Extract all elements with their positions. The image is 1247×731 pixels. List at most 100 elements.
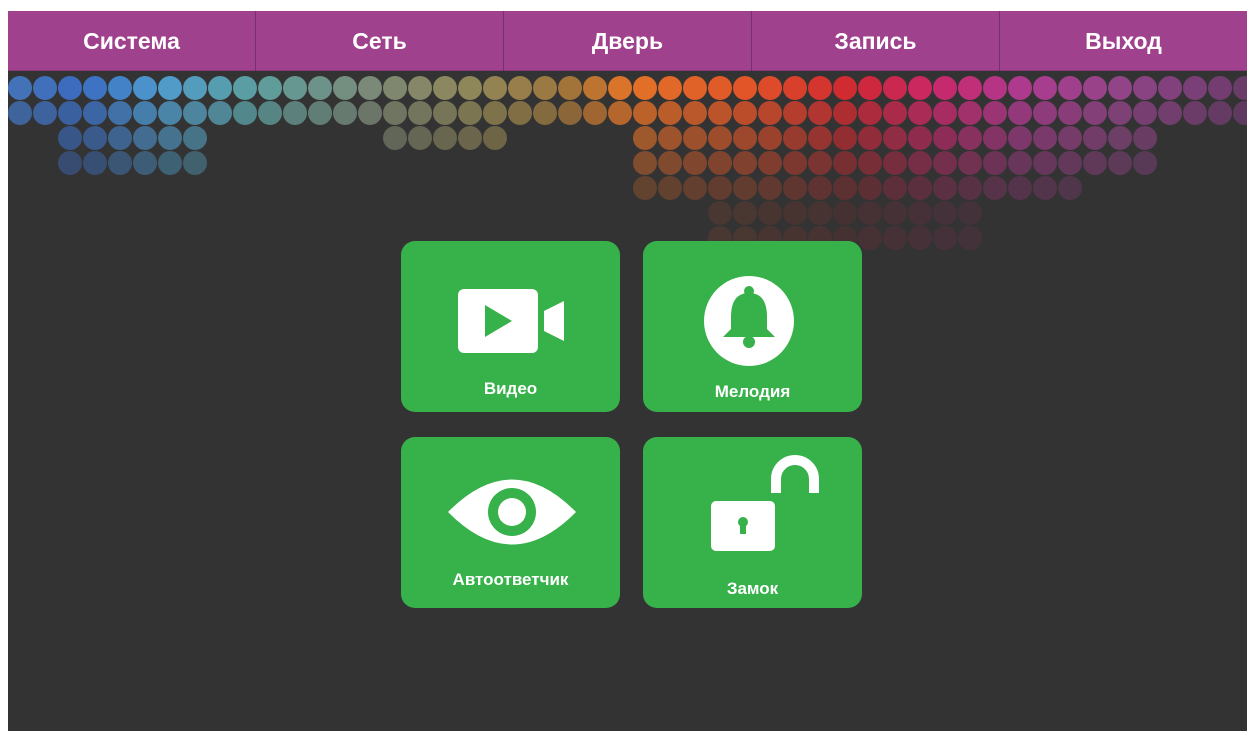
decorative-dot: [658, 151, 682, 175]
decorative-dot: [1233, 101, 1247, 125]
decorative-dot: [958, 101, 982, 125]
decorative-dot: [758, 201, 782, 225]
decorative-dot: [358, 76, 382, 100]
decorative-dot: [583, 76, 607, 100]
decorative-dot: [108, 151, 132, 175]
decorative-dot: [908, 226, 932, 250]
melody-tile-label: Мелодия: [714, 382, 791, 401]
decorative-dot: [733, 176, 757, 200]
decorative-dot: [1008, 151, 1032, 175]
decorative-dot: [1083, 101, 1107, 125]
melody-tile[interactable]: Мелодия: [643, 241, 862, 412]
eye-icon: [448, 479, 576, 545]
decorative-dot: [783, 101, 807, 125]
decorative-dot: [1233, 76, 1247, 100]
tab-system[interactable]: Система: [8, 11, 256, 71]
decorative-dot: [883, 126, 907, 150]
decorative-dot: [258, 76, 282, 100]
decorative-dot: [383, 126, 407, 150]
decorative-dot: [233, 101, 257, 125]
decorative-dot: [1108, 76, 1132, 100]
decorative-dot: [533, 76, 557, 100]
video-camera-icon: [458, 289, 564, 353]
decorative-dot: [483, 76, 507, 100]
tab-network[interactable]: Сеть: [256, 11, 504, 71]
decorative-dot: [833, 176, 857, 200]
decorative-dot: [858, 126, 882, 150]
decorative-dot: [808, 151, 832, 175]
decorative-dot: [658, 76, 682, 100]
decorative-dot: [733, 201, 757, 225]
decorative-dot: [83, 101, 107, 125]
decorative-dot: [8, 76, 32, 100]
decorative-dot: [133, 126, 157, 150]
decorative-dot: [108, 101, 132, 125]
decorative-dot: [258, 101, 282, 125]
lock-tile-label: Замок: [726, 579, 779, 598]
decorative-dot: [783, 151, 807, 175]
decorative-dot: [633, 151, 657, 175]
decorative-dot: [983, 151, 1007, 175]
decorative-dot: [883, 176, 907, 200]
decorative-dot: [408, 101, 432, 125]
decorative-dot: [1033, 151, 1057, 175]
decorative-dot: [8, 101, 32, 125]
decorative-dot: [883, 151, 907, 175]
decorative-dot: [933, 151, 957, 175]
tab-door[interactable]: Дверь: [504, 11, 752, 71]
decorative-dot: [633, 101, 657, 125]
decorative-dot: [183, 76, 207, 100]
decorative-dot: [133, 151, 157, 175]
decorative-dot: [408, 76, 432, 100]
decorative-dot: [783, 201, 807, 225]
decorative-dot: [683, 101, 707, 125]
decorative-dot: [633, 176, 657, 200]
decorative-dot: [283, 76, 307, 100]
decorative-dot: [358, 101, 382, 125]
decorative-dot: [658, 101, 682, 125]
decorative-dot: [833, 151, 857, 175]
tab-exit-label: Выход: [1085, 27, 1162, 54]
decorative-dot: [308, 76, 332, 100]
decorative-dot: [158, 76, 182, 100]
decorative-dot: [708, 126, 732, 150]
decorative-dot: [808, 76, 832, 100]
decorative-dot: [883, 226, 907, 250]
decorative-dot: [1083, 151, 1107, 175]
tab-exit[interactable]: Выход: [1000, 11, 1247, 71]
decorative-dot: [758, 101, 782, 125]
decorative-dot: [158, 151, 182, 175]
decorative-dot: [958, 201, 982, 225]
decorative-dot: [1133, 101, 1157, 125]
decorative-dot: [1208, 76, 1232, 100]
decorative-dot: [708, 151, 732, 175]
decorative-dot: [908, 176, 932, 200]
decorative-dot: [608, 101, 632, 125]
top-menu-bar: Система Сеть Дверь Запись Выход: [8, 11, 1247, 71]
lock-tile[interactable]: Замок: [643, 437, 862, 608]
decorative-dot: [883, 201, 907, 225]
tab-record[interactable]: Запись: [752, 11, 1000, 71]
decorative-dot: [233, 76, 257, 100]
decorative-dot: [458, 126, 482, 150]
decorative-dot: [1033, 101, 1057, 125]
decorative-dot: [1058, 101, 1082, 125]
decorative-dot: [508, 76, 532, 100]
decorative-dot: [983, 76, 1007, 100]
decorative-dot: [833, 126, 857, 150]
decorative-dot: [683, 76, 707, 100]
decorative-dot: [958, 226, 982, 250]
answering-machine-tile[interactable]: Автоответчик: [401, 437, 620, 608]
decorative-dot: [758, 176, 782, 200]
decorative-dot: [33, 76, 57, 100]
decorative-dot: [908, 201, 932, 225]
decorative-dot: [558, 101, 582, 125]
decorative-dot: [708, 101, 732, 125]
decorative-dot: [433, 126, 457, 150]
decorative-dot: [883, 101, 907, 125]
decorative-dot: [658, 126, 682, 150]
decorative-dot: [108, 126, 132, 150]
bell-icon: [704, 276, 794, 366]
video-tile[interactable]: Видео: [401, 241, 620, 412]
decorative-dot: [983, 176, 1007, 200]
